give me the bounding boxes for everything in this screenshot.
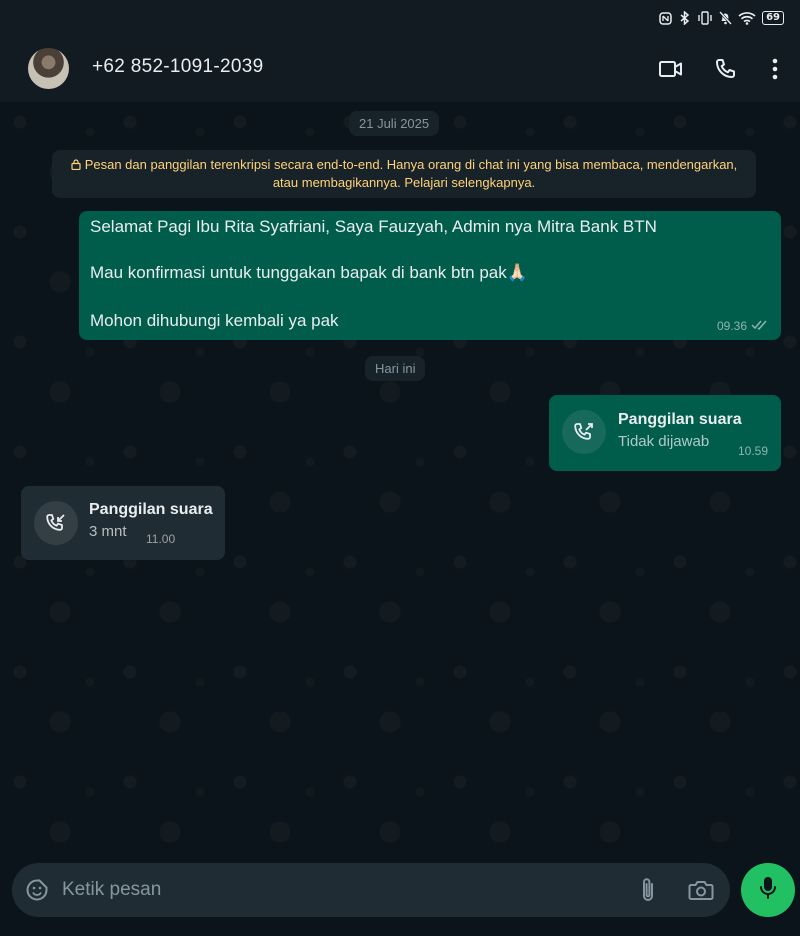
status-bar: 69: [0, 0, 800, 36]
call-subtitle: 3 mnt: [89, 523, 127, 540]
message-line: Mau konfirmasi untuk tunggakan bapak di …: [90, 263, 528, 282]
battery-icon: 69: [762, 11, 784, 25]
message-line: Selamat Pagi Ibu Rita Syafriani, Saya Fa…: [90, 217, 657, 236]
attach-icon[interactable]: [636, 876, 660, 904]
sticker-icon[interactable]: [24, 877, 50, 903]
contact-name[interactable]: +62 852-1091-2039: [92, 56, 264, 78]
message-composer: [12, 863, 730, 917]
incoming-call-message[interactable]: Panggilan suara 3 mnt 11.00: [21, 486, 225, 560]
lock-icon: [71, 157, 81, 171]
message-time: 10.59: [737, 444, 768, 458]
nfc-icon: [658, 11, 672, 25]
microphone-icon: [759, 876, 777, 904]
encryption-notice[interactable]: Pesan dan panggilan terenkripsi secara e…: [52, 150, 756, 198]
message-line: Mohon dihubungi kembali ya pak: [90, 311, 339, 330]
vibrate-icon: [698, 11, 712, 25]
call-title: Panggilan suara: [89, 501, 213, 518]
outgoing-call-icon: [562, 410, 606, 454]
video-call-icon[interactable]: [656, 54, 686, 84]
encryption-notice-text: Pesan dan panggilan terenkripsi secara e…: [84, 157, 738, 190]
voice-message-button[interactable]: [741, 863, 795, 917]
bluetooth-icon: [678, 11, 692, 25]
message-meta: 09.36: [717, 319, 769, 333]
date-chip: 21 Juli 2025: [349, 111, 440, 136]
chat-header: +62 852-1091-2039: [0, 36, 800, 102]
incoming-call-icon: [34, 501, 78, 545]
mute-icon: [718, 11, 732, 25]
date-chip: Hari ini: [365, 356, 426, 381]
wifi-icon: [738, 11, 756, 25]
message-input[interactable]: [62, 877, 622, 903]
call-subtitle: Tidak dijawab: [618, 433, 710, 450]
read-receipt-icon: [751, 319, 769, 333]
message-time: 11.00: [146, 532, 176, 546]
call-title: Panggilan suara: [618, 411, 742, 428]
message-time: 09.36: [716, 319, 747, 333]
outgoing-call-message[interactable]: Panggilan suara Tidak dijawab 10.59: [549, 395, 781, 471]
more-options-icon[interactable]: [760, 54, 790, 84]
avatar[interactable]: [28, 48, 69, 89]
outgoing-message[interactable]: Selamat Pagi Ibu Rita Syafriani, Saya Fa…: [79, 211, 781, 340]
camera-icon[interactable]: [687, 877, 715, 903]
voice-call-icon[interactable]: [711, 54, 741, 84]
